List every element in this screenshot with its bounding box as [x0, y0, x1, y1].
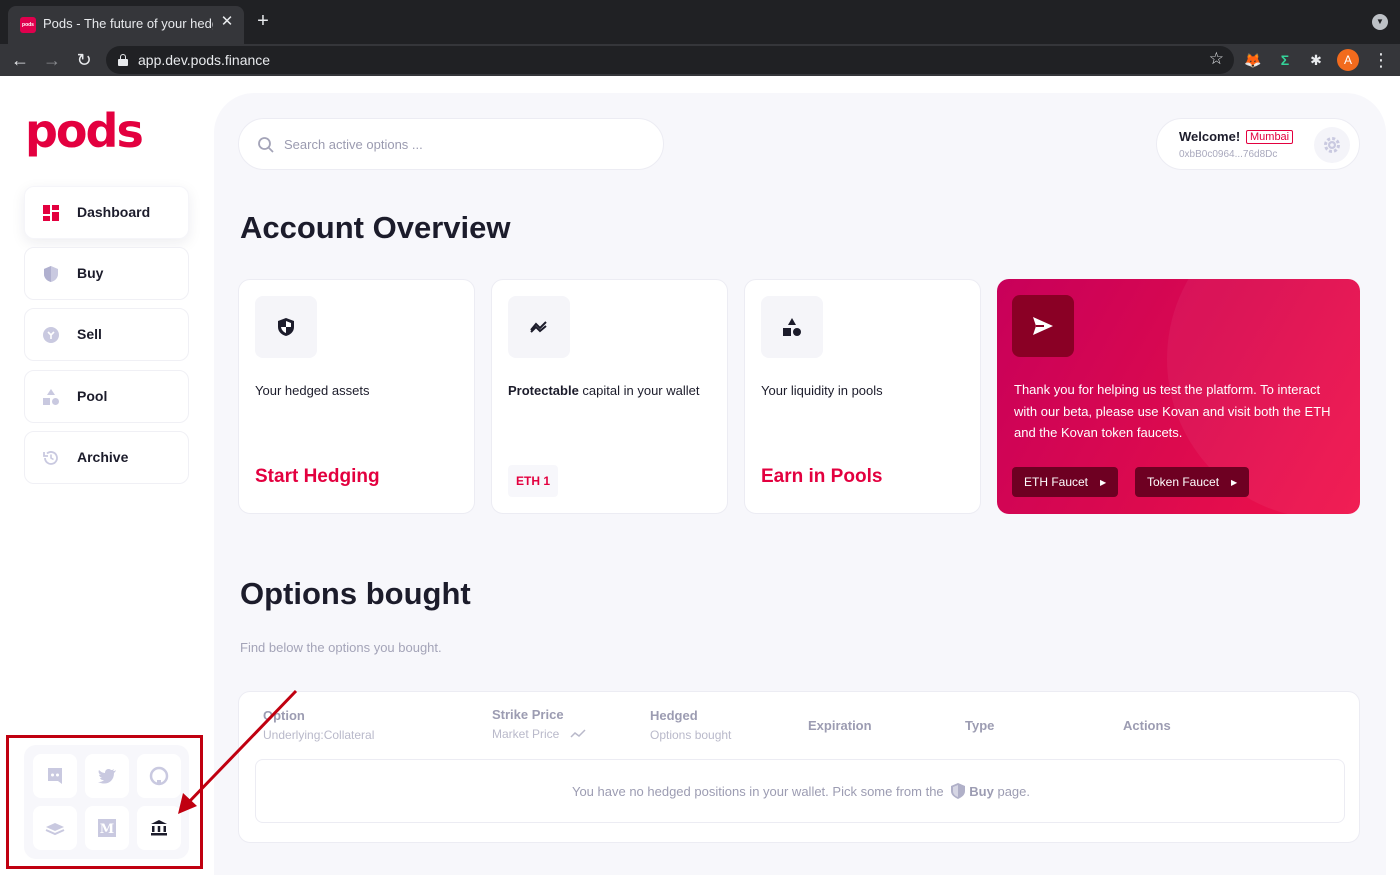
tab-search-icon[interactable]: ▼	[1372, 14, 1388, 30]
sigma-extension-icon[interactable]: Σ	[1275, 50, 1295, 70]
caret-right-icon: ▶	[1231, 478, 1238, 487]
token-faucet-label: Token Faucet	[1147, 475, 1220, 489]
caret-right-icon: ▶	[1100, 478, 1107, 487]
options-table: Option Underlying:Collateral Strike Pric…	[238, 691, 1360, 843]
send-icon	[1033, 317, 1053, 335]
extensions-puzzle-icon[interactable]: ✱	[1306, 50, 1326, 70]
column-header-strike[interactable]: Strike Price	[492, 707, 564, 722]
address-bar[interactable]: app.dev.pods.finance ☆	[106, 46, 1234, 74]
column-header-hedged[interactable]: Hedged	[650, 708, 698, 723]
app: pods Dashboard Buy Sell Pool Archive M S…	[0, 76, 1400, 875]
favicon-icon: pods	[20, 17, 36, 33]
column-header-type[interactable]: Type	[965, 718, 994, 733]
earn-in-pools-link[interactable]: Earn in Pools	[761, 466, 882, 488]
empty-message: You have no hedged positions in your wal…	[571, 784, 944, 799]
shield-icon	[951, 783, 966, 799]
token-faucet-button[interactable]: Token Faucet ▶	[1135, 467, 1250, 497]
close-icon[interactable]: ✕	[218, 13, 236, 31]
wallet-chip[interactable]: Welcome! Mumbai 0xbB0c0964...76d8Dc	[1156, 118, 1360, 170]
url-text[interactable]: app.dev.pods.finance	[138, 52, 270, 68]
new-tab-icon[interactable]: +	[252, 10, 274, 32]
buy-page-link[interactable]: Buy	[969, 784, 994, 799]
shapes-icon	[783, 318, 801, 336]
gear-icon	[1324, 137, 1340, 153]
protectable-capital-card: Protectable capital in your wallet ETH 1	[491, 279, 728, 514]
card-description: Protectable capital in your wallet	[508, 380, 713, 402]
card-description: Your liquidity in pools	[761, 380, 966, 402]
promo-icon-box	[1012, 295, 1074, 357]
column-header-actions: Actions	[1123, 718, 1171, 733]
liquidity-card: Your liquidity in pools Earn in Pools	[744, 279, 981, 514]
browser-tabbar: pods Pods - The future of your hedging ✕…	[0, 0, 1400, 44]
card-description-text: Your liquidity in pools	[761, 383, 883, 398]
lock-icon[interactable]	[118, 54, 128, 66]
empty-state-text: You have no hedged positions in your wal…	[256, 783, 1346, 799]
browser-tab[interactable]: pods Pods - The future of your hedging ✕	[8, 6, 244, 44]
browser-menu-icon[interactable]: ⋮	[1372, 49, 1390, 71]
welcome-text: Welcome!	[1179, 129, 1241, 144]
empty-state: You have no hedged positions in your wal…	[255, 759, 1345, 823]
bookmark-star-icon[interactable]: ☆	[1209, 49, 1224, 69]
eth-balance-badge: ETH 1	[508, 465, 559, 497]
back-icon[interactable]: ←	[8, 48, 32, 72]
tab-title: Pods - The future of your hedging	[43, 16, 213, 31]
browser-toolbar: ← → ↻ app.dev.pods.finance ☆ 🦊 Σ ✱ A ⋮	[0, 44, 1400, 76]
settings-button[interactable]	[1314, 127, 1350, 163]
card-description-bold: Protectable	[508, 383, 579, 398]
card-icon-box	[508, 296, 570, 358]
empty-message-end: page.	[997, 784, 1031, 799]
metamask-icon[interactable]: 🦊	[1243, 50, 1263, 70]
card-description-text: capital in your wallet	[578, 383, 700, 398]
eth-faucet-button[interactable]: ETH Faucet ▶	[1012, 467, 1119, 497]
network-badge: Mumbai	[1246, 130, 1294, 144]
reload-icon[interactable]: ↻	[72, 48, 96, 72]
annotation-arrow	[178, 689, 298, 814]
main-panel: Search active options ... Welcome! Mumba…	[214, 93, 1386, 875]
trend-icon	[530, 321, 547, 333]
card-icon-box	[761, 296, 823, 358]
promo-text: Thank you for helping us test the platfo…	[1014, 382, 1331, 440]
column-subheader: Market Price	[492, 727, 560, 741]
trend-icon	[570, 729, 586, 738]
beta-promo-card: Thank you for helping us test the platfo…	[997, 279, 1360, 514]
column-subheader: Options bought	[650, 728, 732, 742]
profile-avatar[interactable]: A	[1337, 49, 1359, 71]
wallet-address: 0xbB0c0964...76d8Dc	[1179, 149, 1278, 160]
forward-icon[interactable]: →	[40, 48, 64, 72]
column-header-expiration[interactable]: Expiration	[808, 718, 872, 733]
eth-faucet-label: ETH Faucet	[1024, 475, 1089, 489]
